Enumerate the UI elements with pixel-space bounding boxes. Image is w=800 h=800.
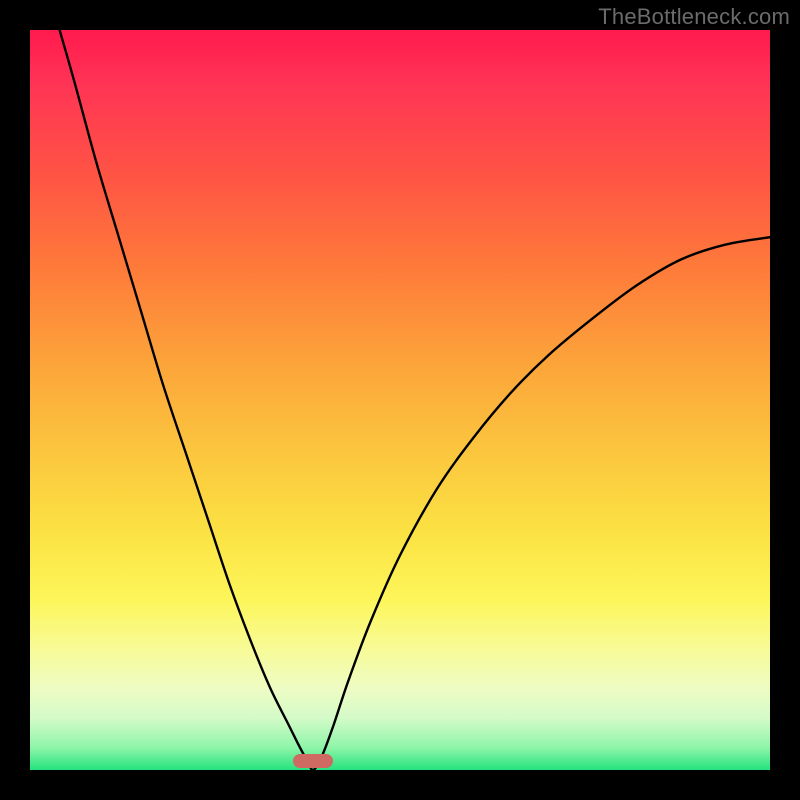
watermark-text: TheBottleneck.com [598,4,790,30]
bottleneck-curve [60,30,770,770]
curve-svg [30,30,770,770]
chart-frame: TheBottleneck.com [0,0,800,800]
optimum-marker [293,754,333,768]
plot-area [30,30,770,770]
